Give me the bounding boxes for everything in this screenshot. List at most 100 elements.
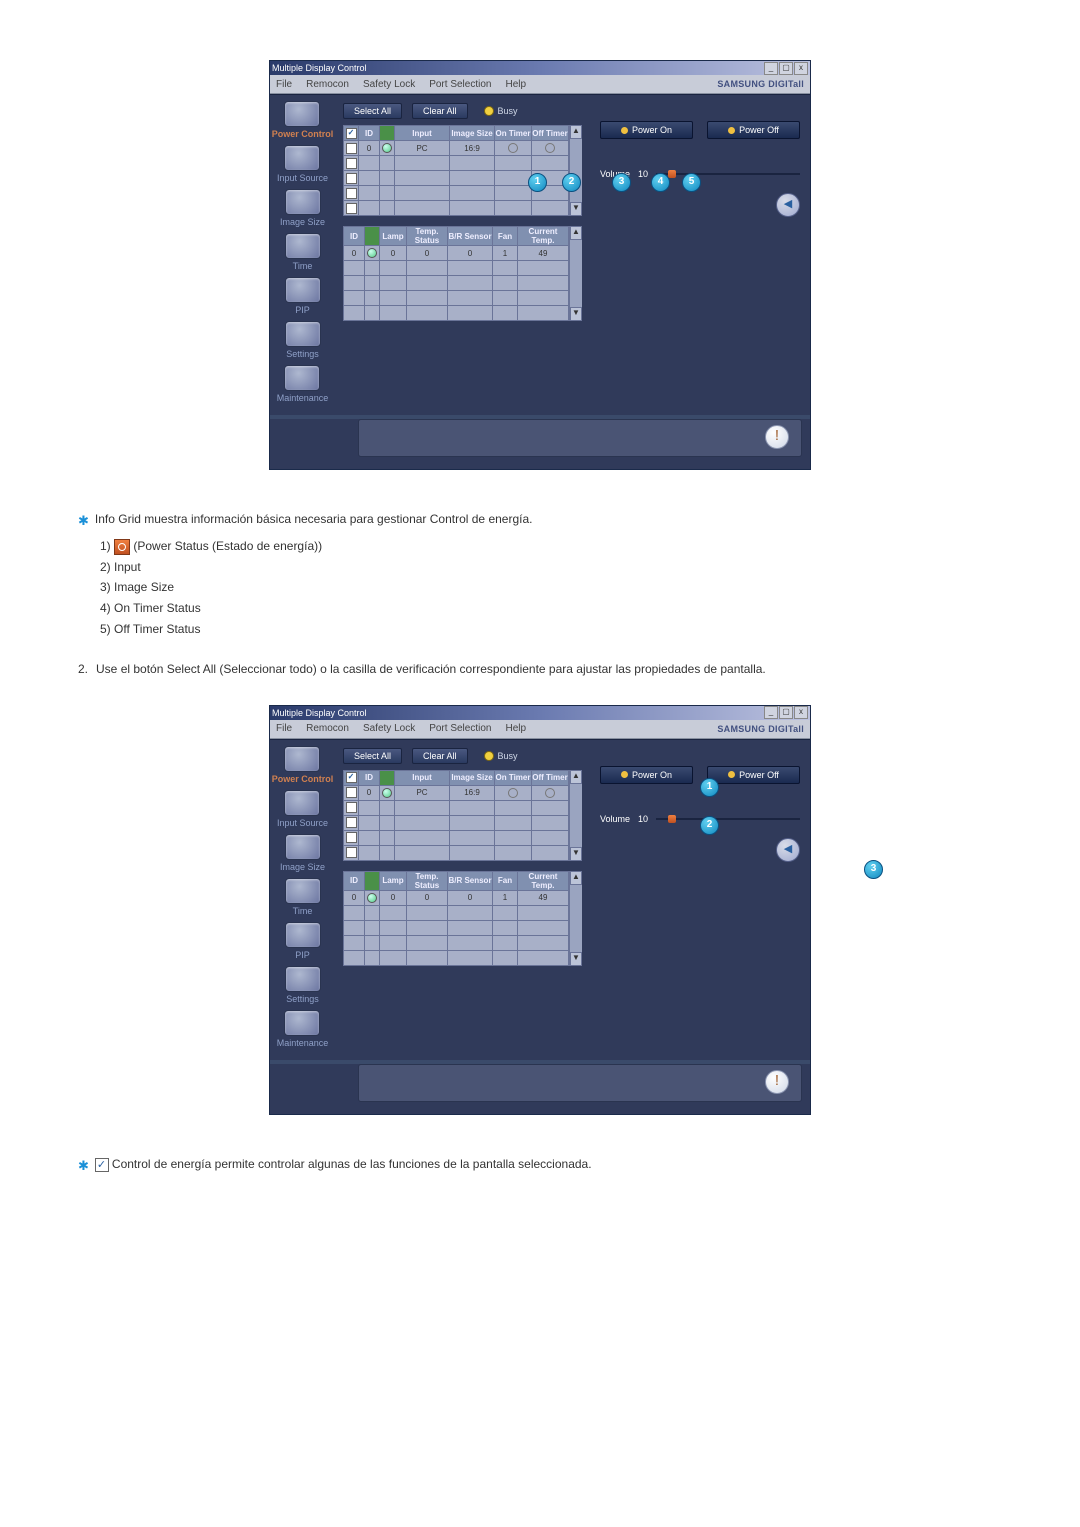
outro-text: Control de energía permite controlar alg… (112, 1157, 592, 1171)
grid1-scrollbar[interactable]: ▲▼ (569, 125, 582, 216)
select-all-checkbox[interactable] (346, 128, 357, 139)
busy-indicator: Busy (484, 106, 518, 116)
status-grid[interactable]: ID Lamp Temp. Status B/R Sensor Fan Curr… (343, 871, 569, 966)
select-all-checkbox[interactable] (346, 772, 357, 783)
menu-file[interactable]: File (276, 79, 292, 90)
sidebar-item-maintenance[interactable]: Maintenance (277, 365, 329, 403)
power-on-button[interactable]: Power On (600, 121, 693, 139)
menu-portselection[interactable]: Port Selection (429, 79, 491, 90)
sidebar-item-settings[interactable]: Settings (285, 321, 321, 359)
warning-icon: ! (765, 425, 789, 449)
table-row[interactable]: 0 PC 16:9 (344, 785, 569, 800)
paragraph-2: 2. Use el botón Select All (Seleccionar … (78, 660, 1002, 679)
status-grid[interactable]: ID Lamp Temp. Status B/R Sensor Fan Curr… (343, 226, 569, 321)
status-strip: ! (358, 419, 802, 457)
description-block-2: ✱ Control de energía permite controlar a… (78, 1155, 1002, 1176)
sidebar-item-time[interactable]: Time (285, 233, 321, 271)
close-icon[interactable]: x (794, 706, 808, 719)
on-timer-icon (508, 143, 518, 153)
power-off-button[interactable]: Power Off (707, 766, 800, 784)
list-item: 3) Image Size (100, 578, 1002, 597)
menu-file[interactable]: File (276, 723, 292, 734)
scroll-up-icon[interactable]: ▲ (570, 871, 582, 885)
grid1-scrollbar[interactable]: ▲▼ (569, 770, 582, 861)
center-panel: Select All Clear All Busy ID Input (335, 740, 590, 1060)
sidebar-item-settings[interactable]: Settings (285, 966, 321, 1004)
power-dot-icon (728, 771, 735, 778)
maximize-icon[interactable]: ▢ (779, 706, 793, 719)
sidebar-item-time[interactable]: Time (285, 878, 321, 916)
info-grid[interactable]: ID Input Image Size On Timer Off Timer (343, 770, 569, 861)
menu-remocon[interactable]: Remocon (306, 723, 349, 734)
marker-2: 2 (562, 173, 581, 192)
titlebar: Multiple Display Control _ ▢ x (270, 61, 810, 75)
menu-remocon[interactable]: Remocon (306, 79, 349, 90)
pip-icon (285, 922, 321, 948)
table-row[interactable]: 0 0 0 0 1 49 (344, 890, 569, 905)
volume-thumb[interactable] (668, 815, 676, 823)
volume-value: 10 (638, 169, 648, 179)
maximize-icon[interactable]: ▢ (779, 62, 793, 75)
select-all-button[interactable]: Select All (343, 103, 402, 119)
minimize-icon[interactable]: _ (764, 706, 778, 719)
sidebar-item-pip[interactable]: PIP (285, 277, 321, 315)
power-on-button[interactable]: Power On (600, 766, 693, 784)
scroll-up-icon[interactable]: ▲ (570, 125, 582, 139)
speaker-icon[interactable]: ◀ (776, 838, 800, 862)
window-controls[interactable]: _ ▢ x (764, 706, 808, 719)
list-item: 1) (Power Status (Estado de energía)) (100, 537, 1002, 556)
imagesize-icon (285, 834, 321, 860)
sidebar-item-power-control[interactable]: Power Control (272, 746, 334, 784)
busy-dot-icon (484, 751, 494, 761)
clear-all-button[interactable]: Clear All (412, 748, 468, 764)
sidebar-item-input-source[interactable]: Input Source (277, 145, 328, 183)
row-checkbox[interactable] (346, 143, 357, 154)
scroll-up-icon[interactable]: ▲ (570, 226, 582, 240)
sidebar-item-input-source[interactable]: Input Source (277, 790, 328, 828)
busy-dot-icon (484, 106, 494, 116)
table-row[interactable]: 0 0 0 0 1 49 (344, 246, 569, 261)
table-row[interactable]: 0 PC 16:9 (344, 141, 569, 156)
clear-all-button[interactable]: Clear All (412, 103, 468, 119)
window-controls[interactable]: _ ▢ x (764, 62, 808, 75)
power-icon (284, 746, 320, 772)
minimize-icon[interactable]: _ (764, 62, 778, 75)
volume-slider[interactable] (656, 173, 800, 175)
sidebar-item-pip[interactable]: PIP (285, 922, 321, 960)
center-panel: Select All Clear All Busy ID (335, 95, 590, 415)
scroll-down-icon[interactable]: ▼ (570, 307, 582, 321)
menu-safetylock[interactable]: Safety Lock (363, 723, 415, 734)
menu-help[interactable]: Help (505, 79, 526, 90)
maintenance-icon (284, 1010, 320, 1036)
info-grid[interactable]: ID Input Image Size On Timer Off Timer (343, 125, 569, 216)
volume-slider[interactable] (656, 818, 800, 820)
scroll-up-icon[interactable]: ▲ (570, 770, 582, 784)
list-item: 5) Off Timer Status (100, 620, 1002, 639)
status-dot-icon (367, 248, 377, 258)
input-icon (284, 145, 320, 171)
menu-safetylock[interactable]: Safety Lock (363, 79, 415, 90)
grid2-scrollbar[interactable]: ▲▼ (569, 871, 582, 966)
sidebar-item-maintenance[interactable]: Maintenance (277, 1010, 329, 1048)
list-item: 4) On Timer Status (100, 599, 1002, 618)
power-off-button[interactable]: Power Off (707, 121, 800, 139)
right-panel: Power On Power Off Volume 10 ◀ (590, 95, 810, 415)
grid2-scrollbar[interactable]: ▲▼ (569, 226, 582, 321)
brand-label: SAMSUNG DIGITall (717, 79, 804, 89)
row-checkbox[interactable] (346, 787, 357, 798)
menu-help[interactable]: Help (505, 723, 526, 734)
select-all-button[interactable]: Select All (343, 748, 402, 764)
busy-indicator: Busy (484, 751, 518, 761)
sidebar-item-power-control[interactable]: Power Control (272, 101, 334, 139)
sidebar-item-image-size[interactable]: Image Size (280, 189, 325, 227)
sidebar-item-image-size[interactable]: Image Size (280, 834, 325, 872)
menubar: File Remocon Safety Lock Port Selection … (270, 75, 810, 94)
speaker-icon[interactable]: ◀ (776, 193, 800, 217)
scroll-down-icon[interactable]: ▼ (570, 847, 582, 861)
close-icon[interactable]: x (794, 62, 808, 75)
menu-portselection[interactable]: Port Selection (429, 723, 491, 734)
marker-2: 2 (700, 816, 719, 835)
scroll-down-icon[interactable]: ▼ (570, 202, 582, 216)
scroll-down-icon[interactable]: ▼ (570, 952, 582, 966)
app-window-screenshot-2: Multiple Display Control _ ▢ x File Remo… (269, 705, 811, 1115)
